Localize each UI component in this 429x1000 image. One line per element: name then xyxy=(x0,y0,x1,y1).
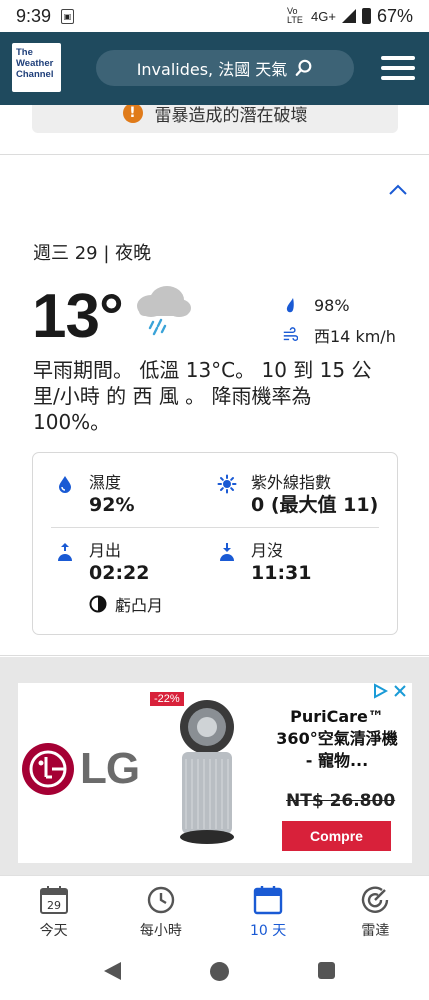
ad-cta-button[interactable]: Compre xyxy=(282,821,391,851)
back-icon[interactable] xyxy=(104,962,121,980)
details-card: 濕度 92% 紫外線指數 0 (最大值 11) 月出 02:22 月沒 11:3… xyxy=(32,452,398,635)
home-icon[interactable] xyxy=(210,962,229,981)
ad-price: NT$ 26.800 xyxy=(286,791,396,811)
lg-logo[interactable]: LG xyxy=(22,743,140,795)
nav-hourly[interactable]: 每小時 xyxy=(107,876,214,943)
humidity-cell: 濕度 92% xyxy=(55,473,134,517)
temperature: 13° xyxy=(32,282,124,351)
moonrise-cell: 月出 02:22 xyxy=(55,541,149,585)
card-divider xyxy=(51,527,379,528)
sun-icon xyxy=(217,474,237,494)
logo-line-2: Weather xyxy=(16,58,54,69)
ad-choices[interactable] xyxy=(372,683,410,699)
signal-icon xyxy=(341,9,356,23)
moonset-label: 月沒 xyxy=(251,541,284,560)
side-stats: 98% 西14 km/h xyxy=(282,290,396,350)
humidity-value: 92% xyxy=(89,494,135,516)
day-label: 週三 29 | 夜晚 xyxy=(33,243,152,264)
raindrop-icon xyxy=(286,298,294,313)
lg-face-icon xyxy=(22,743,74,795)
location-text: Invalides, 法國 天氣 xyxy=(136,60,288,79)
today-date: 29 xyxy=(47,899,61,912)
app-header: The Weather Channel Invalides, 法國 天氣 xyxy=(0,32,429,105)
chevron-up-icon[interactable] xyxy=(388,182,408,196)
uv-label: 紫外線指數 xyxy=(251,473,332,492)
humidity-icon xyxy=(59,476,71,493)
moonset-icon xyxy=(220,543,234,561)
menu-icon[interactable] xyxy=(381,56,415,80)
alert-text: 雷暴造成的潛在破壞 xyxy=(154,105,308,126)
status-right: Vo LTE 4G+ 67% xyxy=(287,6,413,27)
moonrise-label: 月出 xyxy=(89,541,122,560)
nav-today[interactable]: 29 今天 xyxy=(0,876,107,943)
wind-icon xyxy=(283,327,298,342)
warning-icon: ! xyxy=(122,105,143,123)
moon-phase-text: 虧凸月 xyxy=(115,596,164,615)
nav-radar-label: 雷達 xyxy=(361,923,390,939)
battery-icon xyxy=(361,8,371,24)
volte-icon: Vo LTE xyxy=(287,6,303,25)
battery-percent: 67% xyxy=(376,5,413,26)
section-divider-2 xyxy=(0,655,429,656)
wind-row: 西14 km/h xyxy=(282,320,396,350)
uv-cell: 紫外線指數 0 (最大值 11) xyxy=(217,473,378,517)
rain-cloud-icon xyxy=(137,286,191,336)
clock-icon xyxy=(147,886,175,914)
radar-icon xyxy=(362,886,389,913)
moonrise-icon xyxy=(58,543,72,561)
weather-channel-logo[interactable]: The Weather Channel xyxy=(12,43,61,92)
section-divider xyxy=(0,154,429,155)
nav-10day-label: 10 天 xyxy=(249,923,287,939)
calendar-icon xyxy=(253,886,283,915)
status-time: 9:39 xyxy=(16,5,52,26)
forecast-narrative: 早雨期間。 低溫 13°C。 10 到 15 公里/小時 的 西 風 。 降雨機… xyxy=(33,358,372,434)
calendar-date-icon: 29 xyxy=(39,886,68,914)
nav-today-label: 今天 xyxy=(39,923,68,939)
status-bar: 9:39 ▣ Vo LTE 4G+ 67% xyxy=(0,0,429,32)
sim-icon: ▣ xyxy=(61,8,75,24)
lg-brand-text: LG xyxy=(80,744,140,793)
search-icon xyxy=(295,59,312,76)
precip-chance: 98% xyxy=(314,295,350,315)
moonset-value: 11:31 xyxy=(251,562,312,584)
humidity-label: 濕度 xyxy=(89,473,122,492)
alert-banner[interactable]: ! 雷暴造成的潛在破壞 xyxy=(32,105,398,133)
moonrise-value: 02:22 xyxy=(89,562,150,584)
bottom-nav: 29 今天 每小時 10 天 雷達 xyxy=(0,875,429,943)
nav-hourly-label: 每小時 xyxy=(139,923,182,939)
precip-row: 98% xyxy=(282,290,396,320)
ad-choices-icon[interactable] xyxy=(372,683,388,699)
air-purifier-image xyxy=(180,700,234,844)
recents-icon[interactable] xyxy=(318,962,335,979)
nav-10day[interactable]: 10 天 xyxy=(215,876,322,943)
close-icon[interactable] xyxy=(394,685,406,697)
ad-title[interactable]: PuriCare™ 360°空氣清淨機 - 寵物... xyxy=(272,706,402,772)
moonset-cell: 月沒 11:31 xyxy=(217,541,311,585)
uv-value: 0 (最大值 11) xyxy=(251,494,379,516)
network-type: 4G+ xyxy=(311,8,336,24)
logo-line-3: Channel xyxy=(16,69,54,80)
moon-phase: 虧凸月 xyxy=(89,592,163,616)
nav-radar[interactable]: 雷達 xyxy=(322,876,429,943)
moon-phase-icon xyxy=(89,595,107,613)
location-search[interactable]: Invalides, 法國 天氣 xyxy=(96,50,354,86)
wind-value: 西14 km/h xyxy=(314,327,396,346)
logo-line-1: The xyxy=(16,47,33,58)
